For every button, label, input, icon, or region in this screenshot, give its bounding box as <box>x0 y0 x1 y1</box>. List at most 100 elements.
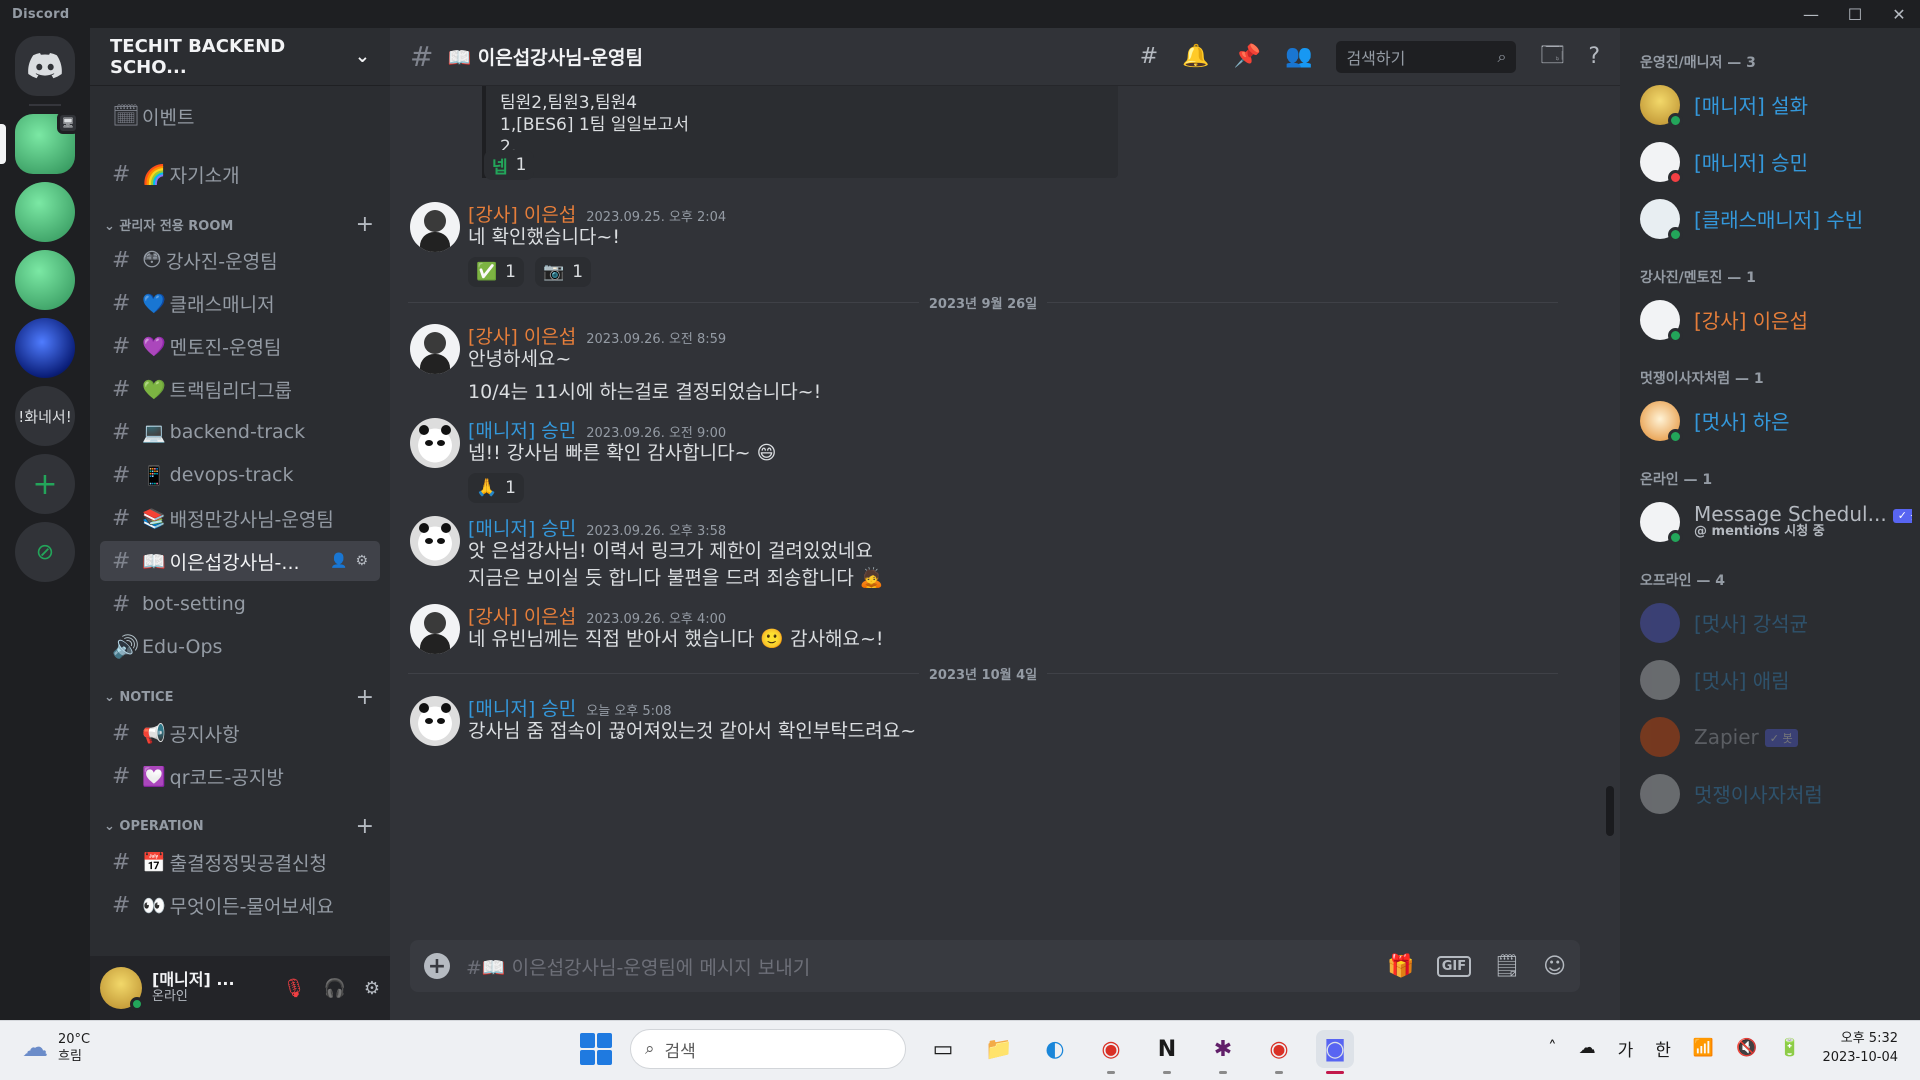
close-button[interactable]: ✕ <box>1890 5 1908 24</box>
channel-item[interactable]: # 📱 devops-track <box>100 455 380 495</box>
explore-compass-icon[interactable]: ⊘ <box>15 522 75 582</box>
server-green-2[interactable] <box>15 182 75 242</box>
help-icon[interactable]: ? <box>1588 44 1600 69</box>
chevron-up-icon[interactable]: ˄ <box>1548 1038 1557 1058</box>
events-item[interactable]: 🗓 이벤트 <box>100 96 380 136</box>
category-admin[interactable]: ⌄ 관리자 전용 ROOM + <box>100 208 380 240</box>
weather-widget[interactable]: ☁ 20°C 흐림 <box>22 1031 90 1065</box>
server-green-3[interactable] <box>15 250 75 310</box>
gear-icon[interactable]: ⚙ <box>364 978 380 999</box>
scrollbar[interactable] <box>1606 786 1614 836</box>
task-view-icon[interactable]: ▭ <box>924 1030 962 1068</box>
discord-taskbar-icon[interactable]: ◙ <box>1316 1030 1354 1074</box>
add-channel-icon[interactable]: + <box>356 814 374 839</box>
add-channel-icon[interactable]: + <box>356 685 374 710</box>
avatar[interactable] <box>410 696 460 746</box>
file-explorer-icon[interactable]: 📁 <box>980 1030 1018 1068</box>
server-text[interactable]: !화네서! <box>15 386 75 446</box>
pin-icon[interactable]: 📌 <box>1234 44 1261 69</box>
member-item[interactable]: [강사] 이은섭 <box>1640 291 1912 348</box>
message-author[interactable]: [매니저] 승민 <box>468 416 576 443</box>
member-item[interactable]: [매니저] 설화 <box>1640 76 1912 133</box>
add-channel-icon[interactable]: + <box>356 212 374 237</box>
channel-item[interactable]: # 💟 qr코드-공지방 <box>100 756 380 796</box>
channel-item[interactable]: # 😳 강사진-운영팀 <box>100 240 380 280</box>
member-item[interactable]: [클래스매니저] 수빈 <box>1640 190 1912 247</box>
avatar[interactable] <box>410 418 460 468</box>
reaction-pill[interactable]: 넵1 <box>484 150 535 180</box>
message-composer[interactable]: + #📖 이은섭강사님-운영팀에 메시지 보내기 🎁 GIF 🗒 ☺ <box>410 940 1580 992</box>
channel-item[interactable]: # 📚 배정만강사님-운영팀 <box>100 498 380 538</box>
chrome-icon[interactable]: ◉ <box>1092 1030 1130 1074</box>
attach-plus-icon[interactable]: + <box>424 953 450 979</box>
reaction-pill[interactable]: 🙏 1 <box>468 473 524 503</box>
message-input[interactable]: #📖 이은섭강사님-운영팀에 메시지 보내기 <box>466 953 810 980</box>
maximize-button[interactable]: ☐ <box>1846 5 1864 24</box>
channel-item[interactable]: # 💚 트랙팀리더그룹 <box>100 369 380 409</box>
reaction-pill[interactable]: 📷 1 <box>535 257 592 287</box>
ime-mode[interactable]: 가 <box>1618 1036 1634 1061</box>
search-input[interactable]: 검색하기 ⌕ <box>1336 40 1517 73</box>
message-author[interactable]: [강사] 이은섭 <box>468 602 576 629</box>
minimize-button[interactable]: — <box>1802 5 1820 24</box>
server-techit-active[interactable]: 🖥 <box>0 112 79 174</box>
avatar[interactable] <box>410 604 460 654</box>
user-info[interactable]: [매니저] ... 온라인 <box>152 970 235 1004</box>
message-author[interactable]: [강사] 이은섭 <box>468 200 576 227</box>
channel-item[interactable]: # 💙 클래스매니저 <box>100 283 380 323</box>
member-item[interactable]: Message Schedul...✓ 봇@ mentions 시청 중 <box>1640 493 1912 550</box>
gear-icon[interactable]: ⚙ <box>355 553 368 569</box>
channel-item[interactable]: # 📅 출결정정및공결신청 <box>100 842 380 882</box>
avatar[interactable] <box>100 967 144 1011</box>
channel-item[interactable]: # 📢 공지사항 <box>100 713 380 753</box>
ime-lang[interactable]: 한 <box>1655 1036 1671 1061</box>
avatar[interactable] <box>410 324 460 374</box>
channel-intro[interactable]: # 🌈 자기소개 <box>100 154 380 194</box>
server-blue[interactable] <box>15 318 75 378</box>
wifi-icon[interactable]: 📶 <box>1693 1038 1714 1058</box>
member-item[interactable]: [멋사] 하은 <box>1640 392 1912 449</box>
message-author[interactable]: [매니저] 승민 <box>468 514 576 541</box>
add-server-button[interactable]: + <box>15 454 75 514</box>
bell-icon[interactable]: 🔔 <box>1182 44 1209 69</box>
member-item[interactable]: [매니저] 승민 <box>1640 133 1912 190</box>
sticker-icon[interactable]: 🗒 <box>1493 954 1521 979</box>
voice-channel-item[interactable]: 🔊 Edu-Ops <box>100 627 380 667</box>
channel-item[interactable]: # bot-setting <box>100 584 380 624</box>
avatar[interactable] <box>410 516 460 566</box>
notion-icon[interactable]: N <box>1148 1030 1186 1074</box>
home-button[interactable] <box>15 36 75 96</box>
channel-item[interactable]: # 👀 무엇이든-물어보세요 <box>100 885 380 925</box>
mic-muted-icon[interactable]: 🎙 <box>283 978 306 999</box>
battery-icon[interactable]: 🔋 <box>1779 1038 1800 1058</box>
channel-item[interactable]: # 💜 멘토진-운영팀 <box>100 326 380 366</box>
category-notice[interactable]: ⌄ NOTICE + <box>100 681 380 713</box>
gift-icon[interactable]: 🎁 <box>1387 954 1414 979</box>
member-item-offline[interactable]: Zapier ✓ 봇 <box>1640 708 1912 765</box>
member-item-offline[interactable]: [멋사] 강석균 <box>1640 594 1912 651</box>
headphones-icon[interactable]: 🎧 <box>323 978 345 999</box>
slack-icon[interactable]: ✱ <box>1204 1030 1242 1074</box>
channel-item-active[interactable]: # 📖 이은섭강사님-... 👤 ⚙ <box>100 541 380 581</box>
members-icon[interactable]: 👥 <box>1285 44 1312 69</box>
taskbar-search[interactable]: ⌕ 검색 <box>630 1029 906 1069</box>
threads-icon[interactable]: # <box>1140 44 1158 69</box>
emoji-icon[interactable]: ☺ <box>1543 954 1566 979</box>
avatar[interactable] <box>410 202 460 252</box>
channel-item[interactable]: # 💻 backend-track <box>100 412 380 452</box>
inbox-icon[interactable]: 🗔 <box>1540 38 1564 76</box>
volume-muted-icon[interactable]: 🔇 <box>1736 1038 1757 1058</box>
clock[interactable]: 오후 5:32 2023-10-04 <box>1822 1029 1898 1067</box>
member-item-offline[interactable]: [멋사] 애림 <box>1640 651 1912 708</box>
invite-icon[interactable]: 👤 <box>330 553 347 569</box>
guild-header[interactable]: TECHIT BACKEND SCHO... ⌄ <box>90 28 390 86</box>
chrome-icon[interactable]: ◉ <box>1260 1030 1298 1074</box>
edge-icon[interactable]: ◐ <box>1036 1030 1074 1068</box>
category-operation[interactable]: ⌄ OPERATION + <box>100 810 380 842</box>
message-author[interactable]: [매니저] 승민 <box>468 694 576 721</box>
gif-button[interactable]: GIF <box>1436 955 1472 977</box>
onedrive-icon[interactable]: ☁ <box>1579 1038 1596 1058</box>
message-author[interactable]: [강사] 이은섭 <box>468 322 576 349</box>
start-button[interactable] <box>580 1033 612 1065</box>
reaction-pill[interactable]: ✅ 1 <box>468 257 524 287</box>
